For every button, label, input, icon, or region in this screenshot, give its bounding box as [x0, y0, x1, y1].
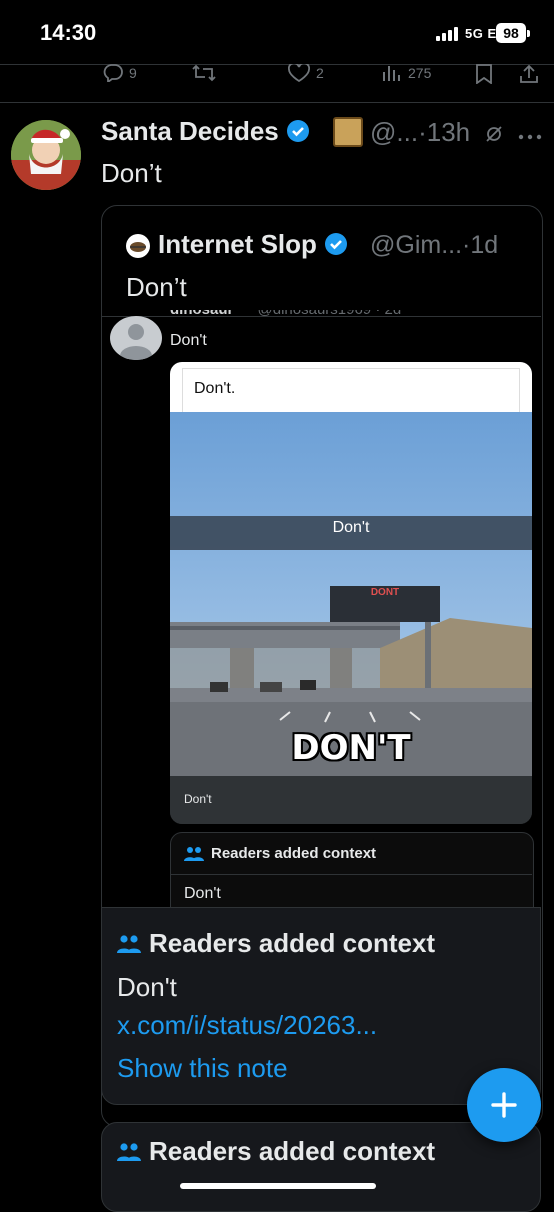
- verified-icon: [286, 120, 309, 142]
- verified-icon: [325, 233, 348, 255]
- divider: [170, 874, 532, 875]
- handle-text: @...: [370, 117, 419, 147]
- note2-title: Readers added context: [149, 1136, 436, 1166]
- note-text: Don't: [117, 972, 177, 1002]
- media-card-header: Don't.: [170, 362, 532, 412]
- media-image[interactable]: Don't. Don't DONT DON'T Don't: [170, 362, 532, 824]
- like-icon: [288, 64, 310, 82]
- share-button[interactable]: [519, 64, 539, 84]
- inner-context-title: Readers added context: [211, 845, 377, 862]
- share-icon: [520, 64, 538, 83]
- views-count: 275: [408, 65, 432, 81]
- media-overlay-text: Don't: [332, 519, 370, 536]
- battery-icon: 98: [496, 23, 526, 43]
- views-icon: [383, 66, 400, 81]
- views-button[interactable]: 275: [382, 64, 431, 82]
- inner-author: dinosaur @dinosaurs1969 · 2d: [170, 310, 401, 322]
- inner-avatar: [110, 316, 162, 360]
- author-name[interactable]: Santa Decides: [101, 116, 310, 147]
- media-footer-text: Don't: [184, 792, 212, 806]
- quote-handle[interactable]: @Gim...·1d: [370, 231, 498, 260]
- inner-text: Don't: [170, 332, 207, 349]
- inner-author-name: dinosaur: [170, 310, 233, 318]
- tweet-text: Don’t: [101, 158, 162, 188]
- more-icon[interactable]: [518, 128, 542, 146]
- note-link[interactable]: x.com/i/status/20263...: [117, 1010, 377, 1041]
- quote-text: Don’t: [126, 272, 187, 302]
- reply-icon: [103, 64, 123, 82]
- divider: [0, 102, 554, 103]
- quote-time: ·1d: [462, 231, 499, 259]
- quote-author-text: Internet Slop: [158, 229, 317, 259]
- prev-tweet-actions: 9 2 275: [0, 64, 554, 86]
- mute-icon[interactable]: [484, 124, 504, 149]
- plus-icon: [491, 1092, 517, 1118]
- people-icon: [117, 1142, 141, 1167]
- network-label: 5G E: [465, 26, 497, 41]
- inner-author-handle: @dinosaurs1969 · 2d: [258, 310, 402, 318]
- people-icon: [184, 846, 204, 867]
- inner-context-text: Don't: [184, 885, 221, 902]
- media-big-text: DON'T: [291, 728, 411, 768]
- badge-icon: [333, 117, 363, 147]
- compose-button[interactable]: [467, 1068, 541, 1142]
- author-name-text: Santa Decides: [101, 116, 279, 146]
- avatar[interactable]: [11, 120, 81, 190]
- status-bar: 14:30 5G E 98: [0, 0, 554, 64]
- reply-count: 9: [129, 65, 137, 81]
- quote-avatar: [126, 234, 150, 258]
- billboard-text: DONT: [370, 587, 400, 598]
- author-handle[interactable]: @...·13h: [370, 117, 470, 148]
- people-icon: [117, 934, 141, 959]
- signal-icon: [436, 27, 462, 46]
- like-count: 2: [316, 65, 324, 81]
- bookmark-icon: [476, 64, 492, 84]
- status-time: 14:30: [40, 20, 97, 45]
- media-footer: Don't: [170, 776, 532, 824]
- tweet-time: ·13h: [418, 117, 471, 147]
- battery-tip: [527, 30, 530, 37]
- quote-author-name[interactable]: Internet Slop: [158, 229, 348, 260]
- bookmark-button[interactable]: [475, 64, 493, 84]
- reply-button[interactable]: 9: [103, 64, 137, 82]
- note-title: Readers added context: [149, 928, 436, 958]
- like-button[interactable]: 2: [288, 64, 324, 82]
- show-note-link[interactable]: Show this note: [117, 1053, 288, 1084]
- media-card-caption: Don't.: [194, 380, 236, 397]
- retweet-button[interactable]: [192, 64, 222, 82]
- home-indicator[interactable]: [180, 1183, 376, 1189]
- quote-handle-text: @Gim...: [370, 231, 463, 259]
- retweet-icon: [192, 64, 216, 82]
